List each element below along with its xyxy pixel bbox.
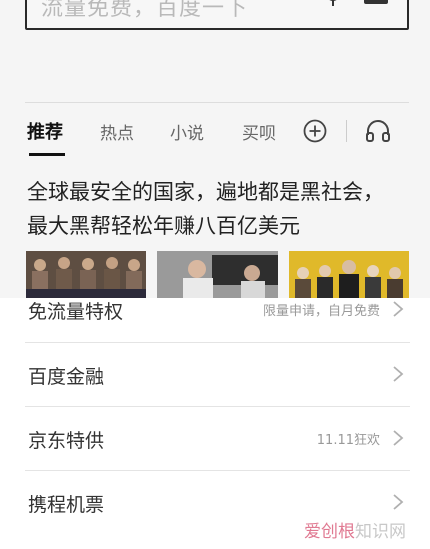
camera-icon[interactable] (363, 0, 389, 6)
tab-maibei[interactable]: 买呗 (242, 119, 276, 144)
list-item-free-data[interactable]: 免流量特权 限量申请，自月免费 (25, 278, 410, 342)
headline-line1: 全球最安全的国家，遍地都是黑社会， (27, 180, 384, 204)
list-item-subtext: 限量申请，自月免费 (262, 304, 380, 319)
tab-recommend[interactable]: 推荐 (27, 118, 63, 144)
watermark-part1: 爱创根 (304, 522, 355, 542)
feed-tabs: 推荐 热点 小说 买呗 (25, 108, 410, 158)
chevron-right-icon (393, 430, 404, 446)
add-channel-icon[interactable] (303, 119, 327, 143)
headphones-icon[interactable] (365, 119, 391, 143)
list-item-jd-special[interactable]: 京东特供 11.11狂欢 (25, 406, 410, 470)
list-item-subtext: 11.11狂欢 (316, 433, 380, 448)
tab-hot[interactable]: 热点 (100, 119, 134, 144)
search-placeholder: 流量免费，百度一下 (41, 0, 249, 21)
list-item-baidu-finance[interactable]: 百度金融 (25, 342, 410, 406)
list-item-label: 携程机票 (28, 494, 105, 516)
chevron-right-icon (393, 301, 404, 317)
tab-separator (346, 120, 347, 142)
chevron-right-icon (393, 366, 404, 382)
feed-panel: 流量免费，百度一下 推荐 热点 小说 买呗 全球最安全的国家，遍地都是黑社会， (0, 0, 430, 298)
watermark: 爱创根知识网 (304, 517, 406, 542)
watermark-part2: 知识网 (355, 522, 406, 542)
news-headline[interactable]: 全球最安全的国家，遍地都是黑社会， 最大黑帮轻松年赚八百亿美元 (27, 175, 402, 243)
list-item-label: 百度金融 (28, 366, 105, 388)
active-tab-indicator (29, 153, 65, 156)
headline-line2: 最大黑帮轻松年赚八百亿美元 (27, 214, 300, 238)
microphone-icon[interactable] (323, 0, 343, 8)
chevron-right-icon (393, 494, 404, 510)
tab-novel[interactable]: 小说 (170, 119, 204, 144)
list-item-label: 免流量特权 (28, 301, 124, 323)
divider (25, 102, 409, 103)
list-item-label: 京东特供 (28, 430, 105, 452)
search-input[interactable]: 流量免费，百度一下 (25, 0, 409, 30)
